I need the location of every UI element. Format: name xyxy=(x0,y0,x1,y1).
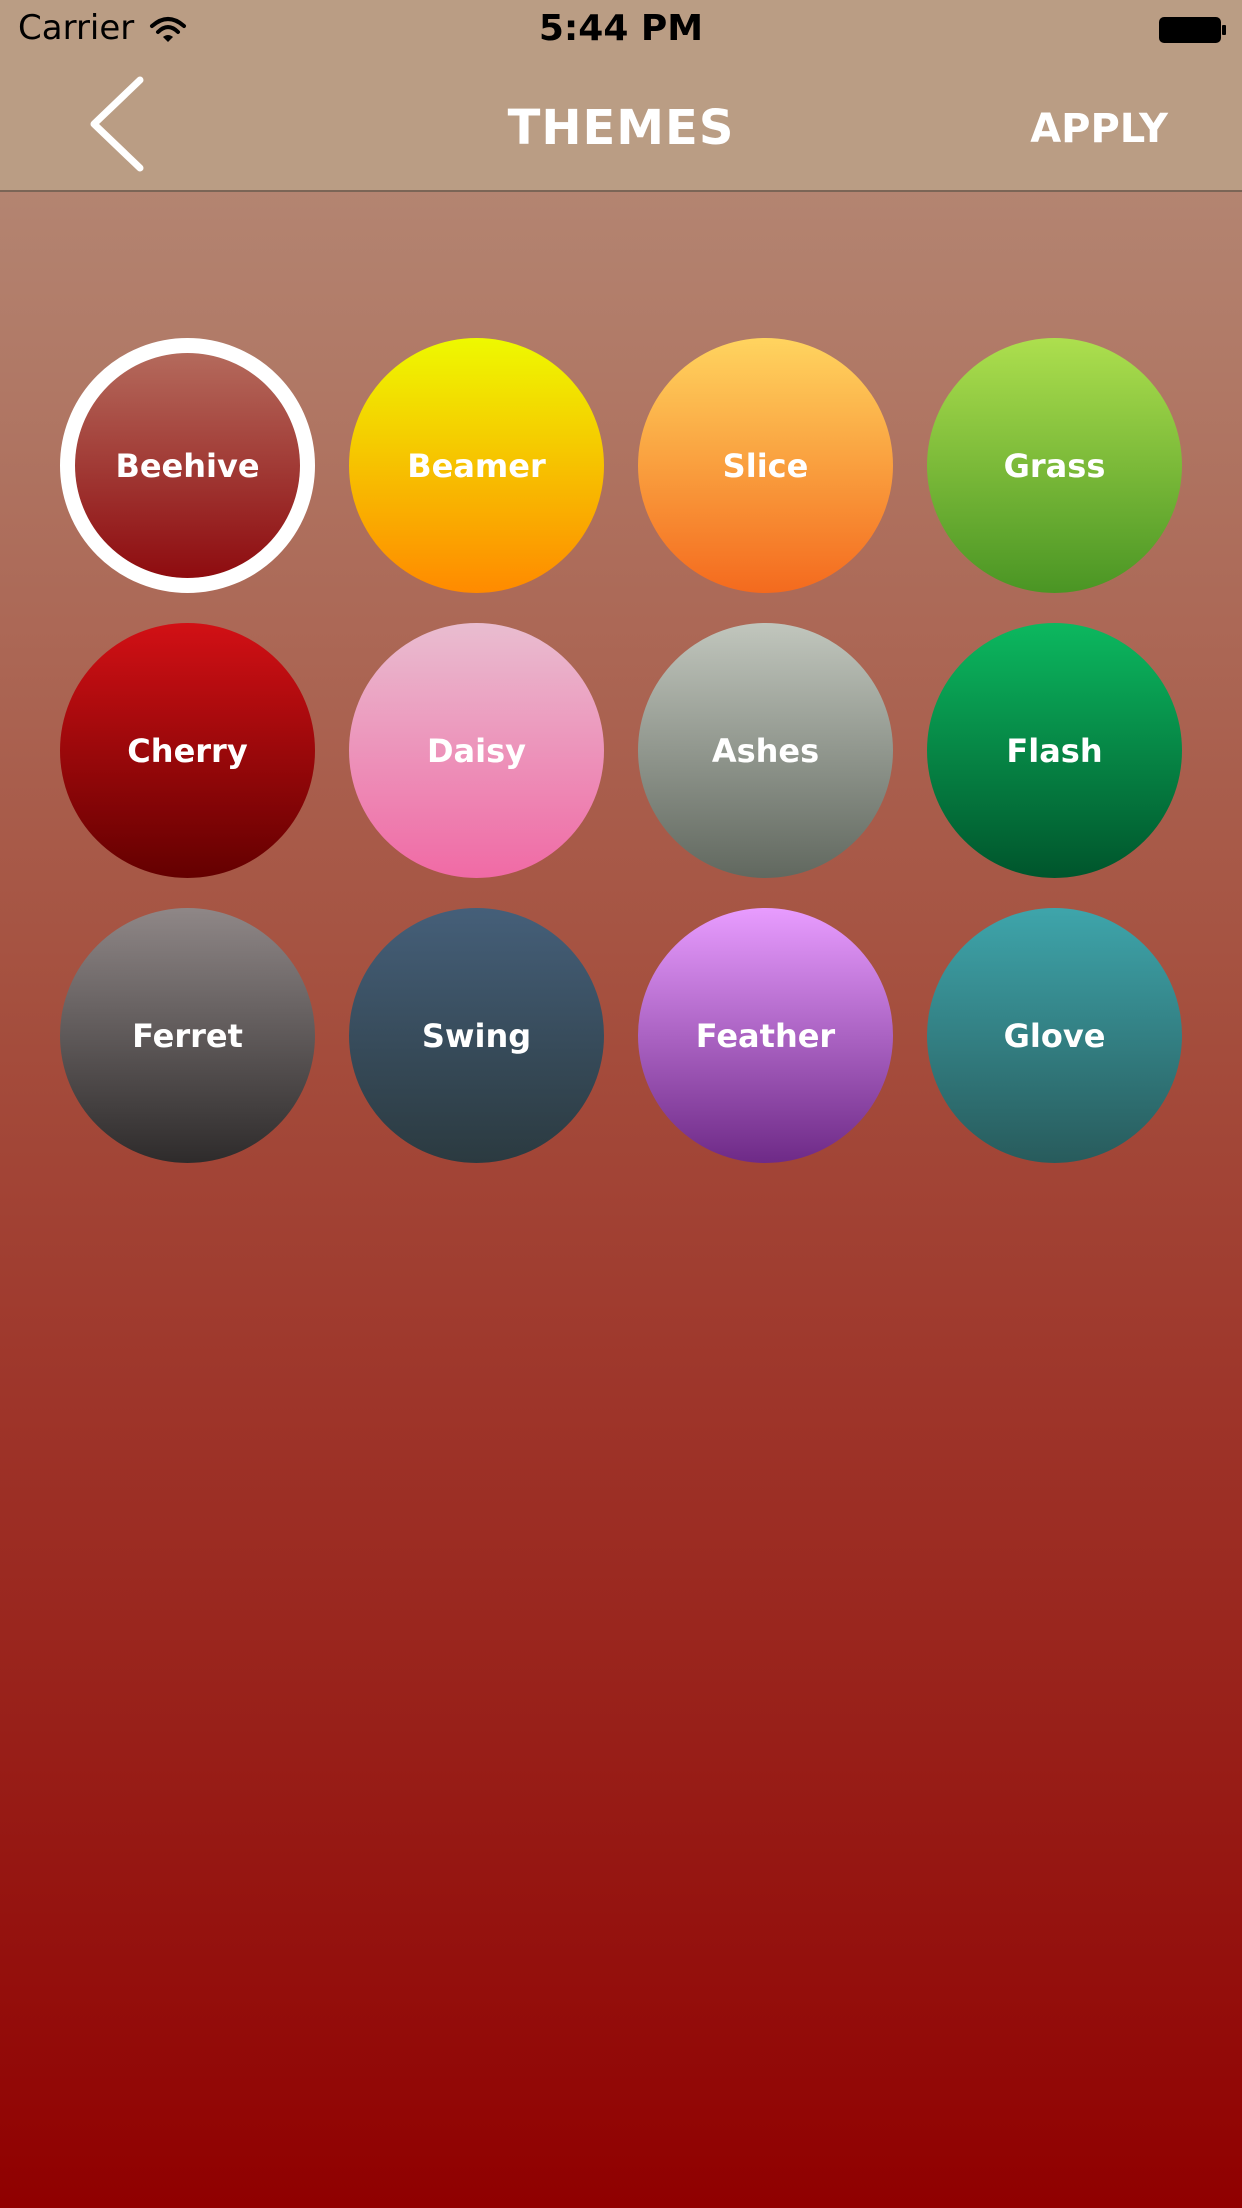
themes-screen: Carrier 5:44 PM THEMES APPLY Beehive Beam… xyxy=(0,0,1242,2208)
theme-option-daisy[interactable]: Daisy xyxy=(349,623,604,878)
theme-option-glove[interactable]: Glove xyxy=(927,908,1182,1163)
navigation-bar: THEMES APPLY xyxy=(0,60,1242,192)
status-time: 5:44 PM xyxy=(538,8,704,49)
battery-icon xyxy=(1159,17,1226,43)
theme-option-slice[interactable]: Slice xyxy=(638,338,893,593)
apply-button[interactable]: APPLY xyxy=(1030,106,1168,152)
theme-option-ferret[interactable]: Ferret xyxy=(60,908,315,1163)
theme-option-ashes[interactable]: Ashes xyxy=(638,623,893,878)
theme-option-feather[interactable]: Feather xyxy=(638,908,893,1163)
theme-option-beehive[interactable]: Beehive xyxy=(60,338,315,593)
status-bar: Carrier 5:44 PM xyxy=(0,0,1242,60)
theme-option-swing[interactable]: Swing xyxy=(349,908,604,1163)
theme-option-flash[interactable]: Flash xyxy=(927,623,1182,878)
theme-grid: Beehive Beamer Slice Grass Cherry Daisy Ashes F… xyxy=(60,338,1182,1163)
theme-option-beamer[interactable]: Beamer xyxy=(349,338,604,593)
theme-option-grass[interactable]: Grass xyxy=(927,338,1182,593)
theme-option-cherry[interactable]: Cherry xyxy=(60,623,315,878)
